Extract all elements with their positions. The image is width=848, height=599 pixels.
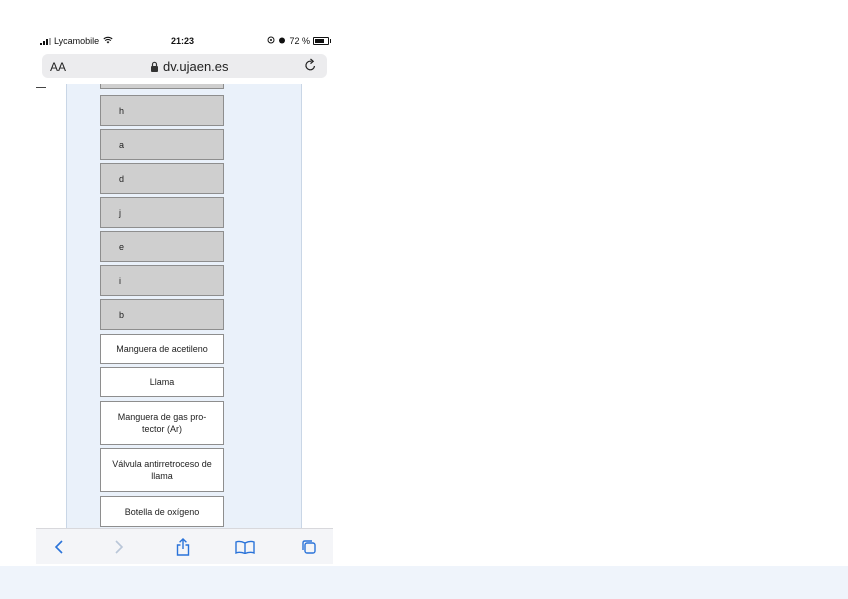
tile-label: Botella de oxígeno <box>124 506 200 517</box>
tile-manguera-acetileno[interactable]: Manguera de acetileno <box>100 334 224 364</box>
tile-label: b <box>119 309 125 320</box>
tile-label: a <box>119 139 125 150</box>
reload-icon[interactable] <box>304 58 317 75</box>
tile-valvula-antirretroceso[interactable]: Válvula antirretroceso de llama <box>100 448 224 492</box>
chevron-right-icon[interactable] <box>108 537 130 557</box>
tabs-icon[interactable] <box>298 537 320 557</box>
status-bar: Lycamobile 21:23 72 % <box>36 30 333 52</box>
url-display[interactable]: dv.ujaen.es <box>150 59 229 74</box>
tile-label: i <box>119 275 121 286</box>
scroll-marker <box>36 87 46 88</box>
tile-label: j <box>119 207 121 218</box>
location-icon <box>267 36 275 46</box>
tile-botella-oxigeno[interactable]: Botella de oxígeno <box>100 496 224 527</box>
tile-label: d <box>119 173 125 184</box>
tile-manguera-gas-protector[interactable]: Manguera de gas pro-tector (Ar) <box>100 401 224 445</box>
tile-h[interactable]: h <box>100 95 224 126</box>
status-right: 72 % <box>267 36 331 46</box>
share-icon[interactable] <box>172 537 194 557</box>
tile-a[interactable]: a <box>100 129 224 160</box>
tile-i[interactable]: i <box>100 265 224 296</box>
url-text: dv.ujaen.es <box>163 59 229 74</box>
page-content: h a d j e i b Manguera de acetileno Llam… <box>36 84 333 528</box>
status-left: Lycamobile <box>40 36 113 46</box>
battery-percent: 72 % <box>289 36 310 46</box>
phone-screen: Lycamobile 21:23 72 % AA dv.ujaen.es h a… <box>36 30 333 564</box>
tile-label: e <box>119 241 125 252</box>
tile-e[interactable]: e <box>100 231 224 262</box>
address-bar[interactable]: AA dv.ujaen.es <box>42 54 327 78</box>
carrier-name: Lycamobile <box>54 36 100 46</box>
wifi-icon <box>103 36 113 46</box>
signal-icon <box>40 37 51 45</box>
battery-level-fill <box>315 39 324 43</box>
book-icon[interactable] <box>234 537 256 557</box>
page-background-band <box>0 566 848 599</box>
battery-icon <box>313 37 331 45</box>
tile-j[interactable]: j <box>100 197 224 228</box>
status-time: 21:23 <box>171 36 195 46</box>
lock-icon <box>150 61 159 72</box>
tile-label: Válvula antirretroceso de llama <box>112 459 212 481</box>
browser-toolbar <box>36 528 333 564</box>
tile-label: Manguera de gas pro-tector (Ar) <box>117 412 207 434</box>
tile-label: Llama <box>149 377 175 387</box>
text-size-button[interactable]: AA <box>50 60 66 74</box>
tile-d[interactable]: d <box>100 163 224 194</box>
tile-label: h <box>119 105 125 116</box>
tile-label: Manguera de acetileno <box>116 344 208 354</box>
alarm-icon <box>278 36 286 46</box>
tile-cut-top[interactable] <box>100 84 224 89</box>
tile-llama[interactable]: Llama <box>100 367 224 397</box>
chevron-left-icon[interactable] <box>48 537 70 557</box>
tile-b[interactable]: b <box>100 299 224 330</box>
